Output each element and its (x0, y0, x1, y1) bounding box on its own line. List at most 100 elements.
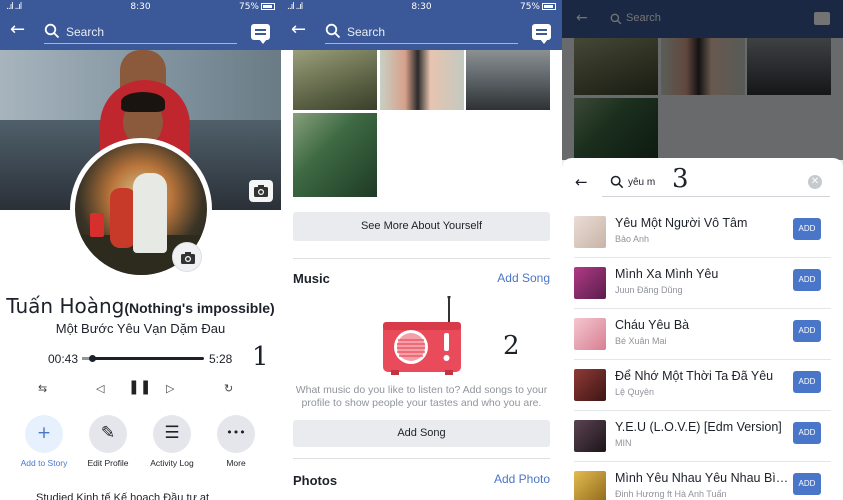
song-title: Mình Xa Mình Yêu (615, 267, 719, 281)
music-prompt-text: What music do you like to listen to? Add… (295, 384, 548, 409)
profile-nickname: (Nothing's impossible) (124, 300, 275, 316)
annotation-number: 2 (503, 331, 520, 361)
more-label: More (226, 458, 246, 468)
photo-thumbnail[interactable] (293, 50, 377, 110)
edit-profile-icon: ✎ (89, 415, 127, 453)
song-result-row[interactable]: Mình Yêu Nhau Yêu Nhau Bình Yên Đinh Hươ… (562, 463, 843, 500)
photo-thumbnail[interactable] (380, 50, 464, 110)
album-art (574, 471, 606, 500)
song-result-row[interactable]: Yêu Một Người Vô Tâm Bảo Anh ADD (562, 208, 843, 258)
add-song-button[interactable]: ADD (793, 473, 821, 495)
battery-icon (542, 3, 556, 10)
song-artist: Juun Đăng Dũng (615, 285, 683, 295)
music-section-title: Music (293, 271, 330, 286)
battery-indicator: 75% (239, 2, 275, 12)
next-icon[interactable]: ▷ (166, 382, 174, 395)
divider (293, 258, 550, 259)
add-song-button[interactable]: ADD (793, 422, 821, 444)
edit-profile-button[interactable]: ✎ Edit Profile (76, 415, 140, 468)
search-query: yêu m (628, 177, 656, 188)
album-art (574, 216, 606, 248)
more-dots-icon: ••• (217, 415, 255, 453)
progress-knob[interactable] (88, 355, 96, 362)
messenger-icon[interactable] (532, 24, 551, 44)
profile-panel: ..ıl ..ıl 8:30 75% ← Search Tuấn Hoàng(N… (0, 0, 281, 500)
profile-education-text: Studied Kinh tế Kế hoạch Đầu tư at (36, 492, 210, 500)
add-song-button[interactable]: ADD (793, 371, 821, 393)
battery-indicator: 75% (520, 2, 556, 12)
see-more-about-button[interactable]: See More About Yourself (293, 212, 550, 241)
song-artist: Bé Xuân Mai (615, 336, 667, 346)
photo-thumbnail[interactable] (466, 50, 550, 110)
song-title: Cháu Yêu Bà (615, 318, 690, 332)
song-search-input[interactable]: yêu m ✕ (602, 168, 830, 197)
search-icon (610, 175, 624, 189)
back-arrow-icon[interactable]: ← (291, 19, 306, 40)
song-result-row[interactable]: Cháu Yêu Bà Bé Xuân Mai ADD (562, 310, 843, 360)
annotation-number: 1 (252, 342, 269, 372)
add-song-button[interactable]: ADD (793, 320, 821, 342)
previous-icon[interactable]: ◁ (96, 382, 104, 395)
profile-name: Tuấn Hoàng(Nothing's impossible) (0, 294, 281, 318)
profile-song-title: Một Bước Yêu Vạn Dặm Đau (55, 321, 226, 336)
song-result-row[interactable]: Y.E.U (L.O.V.E) [Edm Version] MIN ADD (562, 412, 843, 462)
clear-search-icon[interactable]: ✕ (808, 175, 822, 189)
plus-icon: + (25, 415, 63, 453)
radio-icon (383, 296, 461, 375)
list-icon: ☰ (153, 415, 191, 453)
search-bar[interactable]: Search (44, 20, 237, 44)
about-panel: See More About Yourself Music Add Song 2… (281, 0, 562, 500)
add-song-button[interactable]: ADD (793, 269, 821, 291)
repeat-icon[interactable]: ↻ (224, 382, 233, 395)
profile-name-text: Tuấn Hoàng (6, 294, 125, 318)
activity-log-button[interactable]: ☰ Activity Log (140, 415, 204, 468)
search-placeholder: Search (66, 25, 105, 39)
song-search-sheet: ← yêu m ✕ 3 Yêu Một Người Vô Tâm Bảo Anh… (562, 158, 843, 500)
shuffle-icon[interactable]: ⇆ (38, 382, 47, 395)
back-arrow-icon[interactable]: ← (575, 173, 588, 191)
edit-profile-picture-camera-icon[interactable] (172, 242, 202, 272)
photos-section-title: Photos (293, 473, 338, 488)
song-progress-slider[interactable] (82, 355, 204, 362)
add-song-button[interactable]: ADD (793, 218, 821, 240)
dimmed-background: ← Search (562, 0, 843, 160)
divider (293, 458, 550, 459)
edit-profile-label: Edit Profile (87, 458, 129, 468)
album-art (574, 420, 606, 452)
search-bar[interactable]: Search (325, 20, 518, 44)
add-photo-link[interactable]: Add Photo (494, 472, 550, 486)
song-artist: MIN (615, 438, 632, 448)
search-placeholder: Search (347, 25, 386, 39)
search-icon (325, 23, 341, 39)
song-duration: 5:28 (209, 352, 233, 366)
photo-grid (293, 50, 551, 198)
album-art (574, 369, 606, 401)
song-title: Mình Yêu Nhau Yêu Nhau Bình Yên (615, 471, 790, 485)
search-icon (44, 23, 60, 39)
activity-log-label: Activity Log (150, 458, 194, 468)
status-bar: ..ıl ..ıl 8:30 75% (0, 0, 281, 14)
edit-cover-camera-icon[interactable] (249, 180, 273, 202)
song-artist: Bảo Anh (615, 234, 650, 244)
annotation-number: 3 (672, 164, 689, 194)
song-artist: Đinh Hương ft Hà Anh Tuấn (615, 489, 727, 499)
add-to-story-label: Add to Story (20, 458, 68, 468)
album-art (574, 267, 606, 299)
back-arrow-icon[interactable]: ← (10, 19, 25, 40)
song-artist: Lệ Quyên (615, 387, 655, 397)
pause-icon[interactable]: ❚❚ (128, 379, 151, 395)
song-title: Để Nhớ Một Thời Ta Đã Yêu (615, 369, 774, 383)
top-navbar: ← Search (0, 14, 281, 50)
song-result-row[interactable]: Mình Xa Mình Yêu Juun Đăng Dũng ADD (562, 259, 843, 309)
status-bar: ..ıl ..ıl 8:30 75% (281, 0, 562, 14)
add-to-story-button[interactable]: + Add to Story (12, 415, 76, 468)
photo-thumbnail[interactable] (293, 113, 377, 197)
add-song-link[interactable]: Add Song (497, 271, 550, 285)
top-navbar: ← Search (281, 14, 562, 50)
messenger-icon[interactable] (251, 24, 270, 44)
add-song-button[interactable]: Add Song (293, 420, 550, 447)
song-result-row[interactable]: Để Nhớ Một Thời Ta Đã Yêu Lệ Quyên ADD (562, 361, 843, 411)
more-button[interactable]: ••• More (204, 415, 268, 468)
song-search-panel: ← Search ← yêu m ✕ 3 Yêu Một Người Vô Tâ… (562, 0, 843, 500)
elapsed-time: 00:43 (48, 352, 79, 366)
